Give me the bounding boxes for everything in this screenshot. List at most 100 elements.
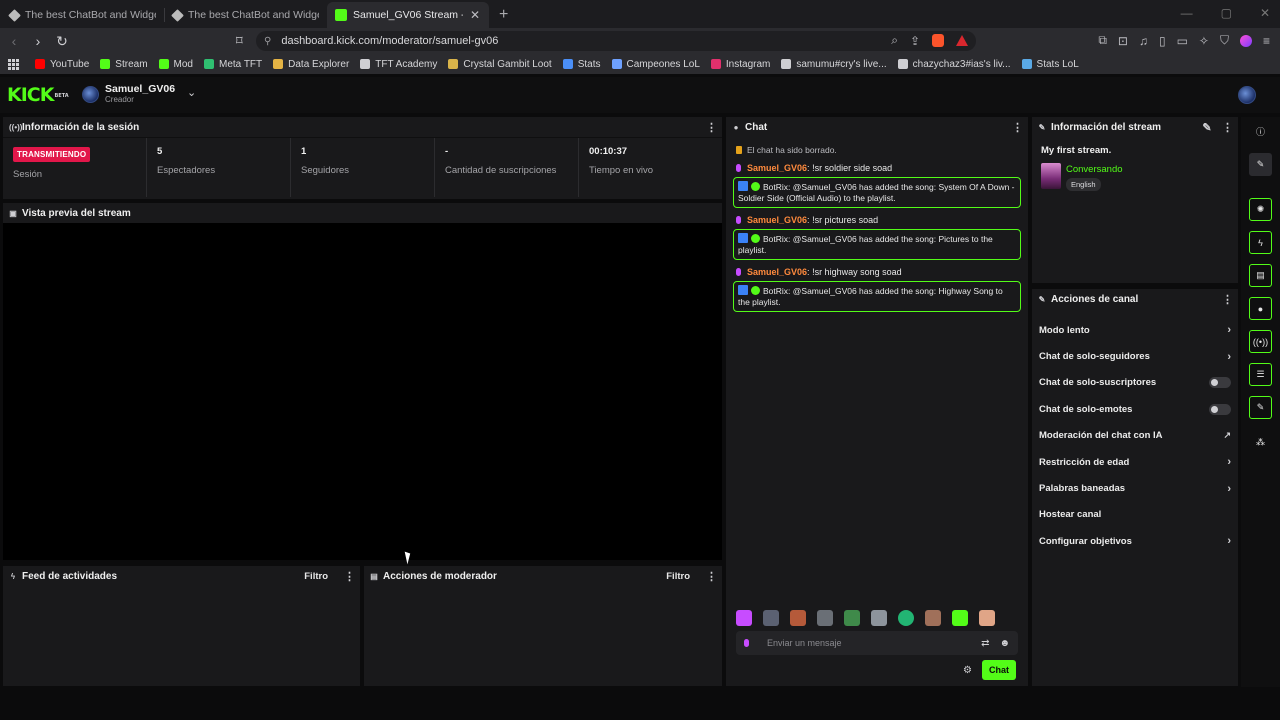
translate-icon[interactable]: ⇄ (981, 638, 989, 649)
edit-icon[interactable]: ✎ (1202, 121, 1212, 134)
emote-icon[interactable] (898, 610, 914, 626)
info-icon[interactable]: ⓘ (1249, 120, 1272, 143)
send-chat-button[interactable]: Chat (982, 660, 1016, 680)
more-options-icon[interactable]: ⋮ (1222, 121, 1233, 134)
chat-username[interactable]: BotRix (763, 286, 788, 296)
share-icon[interactable]: ⇪ (910, 34, 920, 48)
emote-icon[interactable] (817, 610, 833, 626)
site-info-icon[interactable]: ⚲ (264, 36, 271, 47)
user-avatar[interactable] (1238, 86, 1256, 104)
emote-icon[interactable] (979, 610, 995, 626)
back-icon[interactable]: ‹ (4, 33, 24, 49)
document-icon[interactable]: ▤ (1249, 264, 1272, 287)
close-tab-icon[interactable]: ✕ (469, 8, 481, 22)
channel-switcher[interactable]: Samuel_GV06 Creador (82, 83, 175, 105)
minimize-icon[interactable]: — (1181, 6, 1193, 20)
broadcast-icon[interactable]: ((•)) (1249, 330, 1272, 353)
toggle-switch[interactable] (1209, 403, 1231, 415)
bookmark-item[interactable]: Stats LoL (1021, 59, 1079, 70)
bookmark-item[interactable]: samumu#cry's live... (781, 59, 887, 70)
more-options-icon[interactable]: ⋮ (1222, 293, 1233, 306)
bookmark-item[interactable]: Instagram (710, 59, 770, 70)
maximize-icon[interactable]: ▢ (1221, 6, 1232, 20)
more-options-icon[interactable]: ⋮ (706, 570, 717, 583)
chat-bubble-icon[interactable]: ● (1249, 297, 1272, 320)
profile-icon[interactable] (1239, 34, 1252, 47)
bookmark-item[interactable]: Stats (562, 59, 601, 70)
new-tab-icon[interactable]: + (499, 6, 508, 24)
vpn-icon[interactable]: ⛉ (1220, 33, 1229, 48)
wrench-icon[interactable]: ✎ (1249, 396, 1272, 419)
brave-shields-icon[interactable] (932, 34, 944, 47)
channel-action-item[interactable]: Configurar objetivos › (1032, 528, 1238, 554)
browser-tab-2[interactable]: The best ChatBot and Widgets fo (165, 2, 327, 28)
toggle-switch[interactable] (1209, 377, 1231, 389)
channel-action-item[interactable]: Moderación del chat con IA ↗ (1032, 423, 1238, 449)
address-bar[interactable]: ⚲ dashboard.kick.com/moderator/samuel-gv… (256, 31, 976, 51)
filter-button[interactable]: Filtro (304, 571, 328, 582)
chat-username[interactable]: BotRix (763, 182, 788, 192)
more-options-icon[interactable]: ⋮ (706, 121, 717, 134)
more-options-icon[interactable]: ⋮ (1012, 121, 1023, 134)
channel-action-item[interactable]: Chat de solo-suscriptores (1032, 370, 1238, 396)
signal-icon[interactable]: ✺ (1249, 198, 1272, 221)
emote-icon[interactable] (790, 610, 806, 626)
media-icon[interactable]: ♫ (1139, 34, 1148, 48)
list-icon[interactable]: ☰ (1249, 363, 1272, 386)
more-options-icon[interactable]: ⋮ (344, 570, 355, 583)
bookmark-item[interactable]: TFT Academy (360, 59, 437, 70)
channel-action-item[interactable]: Chat de solo-seguidores › (1032, 343, 1238, 369)
channel-action-item[interactable]: Palabras baneadas › (1032, 475, 1238, 501)
channel-action-item[interactable]: Hostear canal (1032, 502, 1238, 528)
emote-icon[interactable] (925, 610, 941, 626)
chat-username[interactable]: Samuel_GV06 (747, 215, 807, 225)
emoji-icon[interactable]: ☻ (999, 638, 1010, 649)
bookmark-item[interactable]: Mod (158, 59, 193, 70)
bookmark-item[interactable]: Crystal Gambit Loot (448, 59, 552, 70)
apps-grid-icon[interactable] (8, 58, 19, 70)
bookmark-item[interactable]: Meta TFT (203, 59, 262, 70)
chat-username[interactable]: BotRix (763, 234, 788, 244)
emote-icon[interactable] (952, 610, 968, 626)
video-player[interactable] (3, 223, 722, 560)
zoom-icon[interactable]: ⌕ (891, 33, 898, 48)
chevron-down-icon[interactable]: ⌄ (187, 86, 196, 99)
chat-username[interactable]: Samuel_GV06 (747, 267, 807, 277)
reload-icon[interactable]: ↻ (52, 33, 72, 50)
add-widget-icon[interactable]: ⁂ (1249, 431, 1272, 454)
channel-action-item[interactable]: Restricción de edad › (1032, 449, 1238, 475)
browser-tab-1[interactable]: The best ChatBot and Widgets for Ki (2, 2, 164, 28)
gear-icon[interactable]: ⚙ (963, 665, 972, 676)
wallet-icon[interactable]: ▭ (1177, 34, 1188, 48)
emote-icon[interactable] (844, 610, 860, 626)
close-window-icon[interactable]: ✕ (1260, 6, 1270, 20)
emote-icon[interactable] (871, 610, 887, 626)
leo-icon[interactable]: ✧ (1199, 34, 1209, 48)
screenshot-icon[interactable]: ⊡ (1118, 34, 1128, 48)
category-thumbnail[interactable] (1041, 163, 1061, 189)
chat-input[interactable]: Enviar un mensaje ⇄ ☻ (736, 631, 1018, 655)
sidebar-icon[interactable]: ▯ (1159, 34, 1166, 48)
bookmark-item[interactable]: Campeones LoL (611, 59, 700, 70)
bookmark-item[interactable]: Data Explorer (273, 59, 349, 70)
browser-tab-3[interactable]: Samuel_GV06 Stream - Kick Das ✕ (327, 2, 489, 28)
channel-action-item[interactable]: Chat de solo-emotes (1032, 396, 1238, 422)
category-name[interactable]: Conversando (1066, 164, 1123, 175)
bookmark-item[interactable]: Stream (100, 59, 148, 70)
emote-icon[interactable] (736, 610, 752, 626)
edit-layout-icon[interactable]: ✎ (1249, 153, 1272, 176)
menu-icon[interactable]: ≡ (1263, 34, 1270, 48)
bolt-icon[interactable]: ϟ (1249, 231, 1272, 254)
kick-logo[interactable]: KICKBETA (7, 85, 69, 105)
extensions-icon[interactable]: ⧉ (1098, 33, 1107, 48)
filter-button[interactable]: Filtro (666, 571, 690, 582)
session-stats: TRANSMITIENDO Sesión 5 Espectadores 1 Se… (3, 137, 722, 197)
channel-action-item[interactable]: Modo lento › (1032, 317, 1238, 343)
bookmark-item[interactable]: YouTube (35, 59, 89, 70)
bookmark-icon[interactable]: ⌑ (236, 33, 243, 49)
brave-rewards-icon[interactable] (956, 35, 968, 46)
emote-icon[interactable] (763, 610, 779, 626)
forward-icon[interactable]: › (28, 33, 48, 49)
chat-username[interactable]: Samuel_GV06 (747, 163, 807, 173)
bookmark-item[interactable]: chazychaz3#ias's liv... (897, 59, 1011, 70)
